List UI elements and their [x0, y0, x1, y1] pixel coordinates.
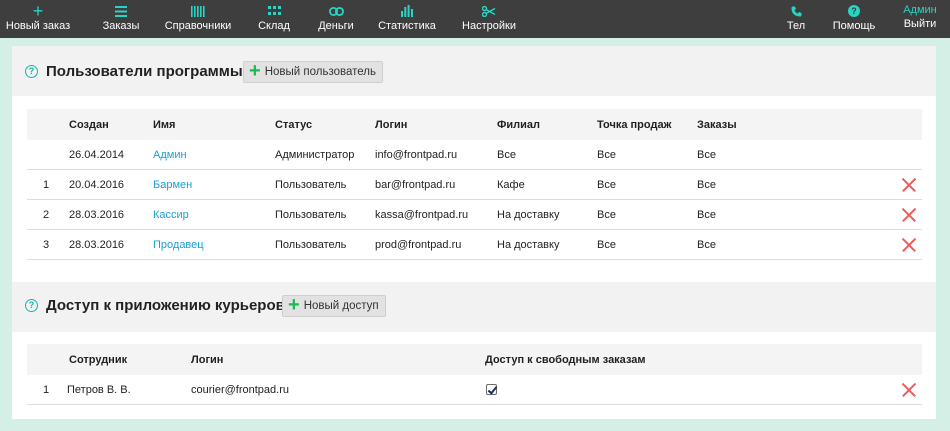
user-status: Администратор [275, 149, 355, 161]
row-number: 2 [43, 209, 50, 221]
user-branch: На доставку [497, 209, 560, 221]
user-name-link[interactable]: Продавец [153, 239, 204, 251]
plus-icon: + [249, 60, 261, 82]
user-login: bar@frontpad.ru [375, 179, 456, 191]
plus-icon: + [288, 294, 300, 316]
couriers-section-title: Доступ к приложению курьеров [46, 297, 285, 314]
nav-phone[interactable]: Тел [782, 0, 810, 38]
users-table-header: Создан Имя Статус Логин Филиал Точка про… [27, 109, 922, 140]
nav-user-logout[interactable]: Админ Выйти [898, 0, 942, 38]
table-row: 1 Петров В. В. courier@frontpad.ru [27, 375, 922, 405]
delete-x-icon[interactable] [902, 238, 916, 252]
user-sales-point: Все [597, 149, 616, 161]
col-name: Имя [153, 119, 176, 131]
couriers-table-header: Сотрудник Логин Доступ к свободным заказ… [27, 344, 922, 375]
delete-x-icon[interactable] [902, 208, 916, 222]
user-name-link[interactable]: Кассир [153, 209, 189, 221]
logout-link[interactable]: Выйти [904, 18, 937, 31]
nav-warehouse[interactable]: Склад [252, 0, 296, 38]
nav-money[interactable]: Деньги [314, 0, 358, 38]
nav-directories[interactable]: Справочники [165, 0, 231, 38]
user-sales-point: Все [597, 209, 616, 221]
nav-help[interactable]: ? Помощь [832, 0, 876, 38]
employee-name: Петров В. В. [67, 384, 131, 396]
created-date: 28.03.2016 [69, 209, 125, 221]
row-number: 1 [43, 384, 50, 396]
plus-icon: + [32, 1, 44, 21]
free-orders-checkbox[interactable] [486, 384, 497, 395]
phone-icon [791, 3, 802, 19]
nav-new-order[interactable]: + Новый заказ [6, 0, 70, 38]
user-branch: Кафе [497, 179, 525, 191]
user-orders: Все [697, 239, 716, 251]
svg-text:?: ? [851, 6, 857, 16]
top-navigation-bar: + Новый заказ Заказы Справочники Склад Д… [0, 0, 950, 38]
col-courier-login: Логин [191, 354, 224, 366]
nav-settings[interactable]: Настройки [460, 0, 518, 38]
bar-chart-icon [401, 3, 413, 19]
users-section-header: ? Пользователи программы + Новый пользов… [12, 46, 936, 96]
created-date: 26.04.2014 [69, 149, 125, 161]
created-date: 20.04.2016 [69, 179, 125, 191]
table-row: 1 20.04.2016 Бармен Пользователь bar@fro… [27, 170, 922, 200]
user-orders: Все [697, 179, 716, 191]
table-row: 26.04.2014 Админ Администратор info@fron… [27, 140, 922, 170]
barcode-icon [191, 3, 205, 19]
coins-icon [328, 3, 344, 19]
col-sales-point: Точка продаж [597, 119, 672, 131]
nav-statistics[interactable]: Статистика [377, 0, 437, 38]
users-table: Создан Имя Статус Логин Филиал Точка про… [27, 109, 922, 260]
user-orders: Все [697, 149, 716, 161]
couriers-section-header: ? Доступ к приложению курьеров + Новый д… [12, 282, 936, 332]
row-number: 1 [43, 179, 50, 191]
user-orders: Все [697, 209, 716, 221]
user-sales-point: Все [597, 179, 616, 191]
new-user-button[interactable]: + Новый пользователь [243, 61, 383, 83]
new-access-button[interactable]: + Новый доступ [282, 295, 386, 317]
user-sales-point: Все [597, 239, 616, 251]
col-orders: Заказы [697, 119, 737, 131]
table-row: 2 28.03.2016 Кассир Пользователь kassa@f… [27, 200, 922, 230]
col-free-orders-access: Доступ к свободным заказам [485, 354, 646, 366]
user-name-link[interactable]: Бармен [153, 179, 192, 191]
user-name-link[interactable]: Админ [153, 149, 187, 161]
user-status: Пользователь [275, 179, 347, 191]
user-branch: Все [497, 149, 516, 161]
delete-x-icon[interactable] [902, 178, 916, 192]
scissors-icon [482, 3, 496, 19]
current-user-name: Админ [903, 4, 937, 16]
user-branch: На доставку [497, 239, 560, 251]
help-icon: ? [848, 3, 860, 19]
col-created: Создан [69, 119, 109, 131]
user-status: Пользователь [275, 209, 347, 221]
delete-x-icon[interactable] [902, 383, 916, 397]
created-date: 28.03.2016 [69, 239, 125, 251]
col-status: Статус [275, 119, 313, 131]
col-login: Логин [375, 119, 408, 131]
nav-orders[interactable]: Заказы [96, 0, 146, 38]
list-icon [115, 3, 127, 19]
courier-login: courier@frontpad.ru [191, 384, 289, 396]
question-circle-icon[interactable]: ? [25, 65, 38, 78]
grid-icon [267, 3, 281, 19]
user-login: kassa@frontpad.ru [375, 209, 469, 221]
table-row: 3 28.03.2016 Продавец Пользователь prod@… [27, 230, 922, 260]
content-panel: ? Пользователи программы + Новый пользов… [12, 46, 936, 419]
row-number: 3 [43, 239, 50, 251]
users-section-title: Пользователи программы [46, 63, 243, 80]
col-branch: Филиал [497, 119, 541, 131]
question-circle-icon[interactable]: ? [25, 299, 38, 312]
user-login: info@frontpad.ru [375, 149, 458, 161]
user-login: prod@frontpad.ru [375, 239, 462, 251]
couriers-table: Сотрудник Логин Доступ к свободным заказ… [27, 344, 922, 405]
col-employee: Сотрудник [69, 354, 128, 366]
user-status: Пользователь [275, 239, 347, 251]
